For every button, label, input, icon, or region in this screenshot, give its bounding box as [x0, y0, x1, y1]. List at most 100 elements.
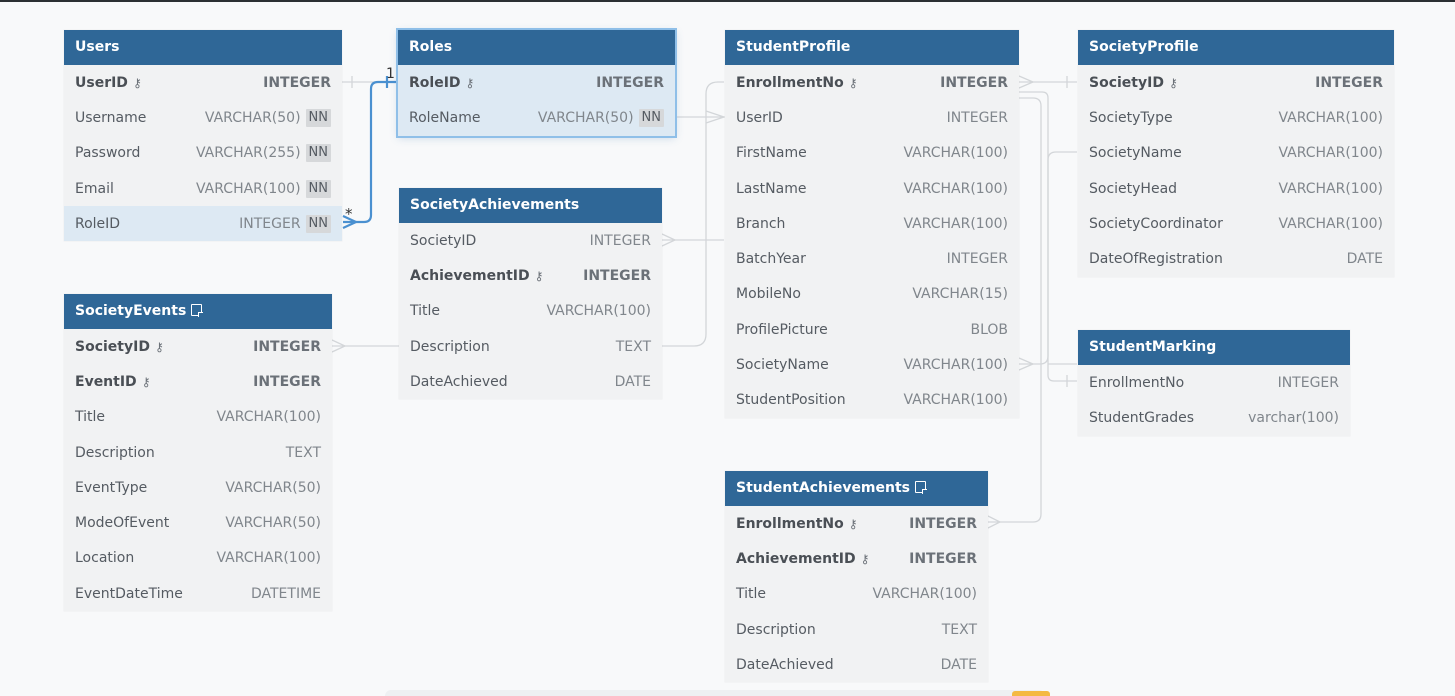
- table-student-marking[interactable]: StudentMarking EnrollmentNo INTEGER Student…: [1078, 330, 1350, 436]
- table-roles[interactable]: Roles RoleID ⚷ INTEGER RoleName VARCHAR(50) NN: [398, 30, 675, 136]
- field-row[interactable]: EventDateTime DATETIME: [64, 576, 332, 611]
- field-row[interactable]: EnrollmentNo ⚷ INTEGER: [725, 506, 988, 541]
- field-row[interactable]: FirstName VARCHAR(100): [725, 136, 1019, 171]
- field-type-text: VARCHAR(100): [216, 409, 321, 426]
- field-name-text: UserID: [736, 109, 783, 126]
- field-row[interactable]: Title VARCHAR(100): [725, 577, 988, 612]
- field-name: EventDateTime: [75, 586, 183, 602]
- crow-users-roleid: [342, 215, 359, 229]
- field-name-text: BatchYear: [736, 251, 806, 268]
- field-row[interactable]: ModeOfEvent VARCHAR(50): [64, 505, 332, 540]
- field-type-text: INTEGER: [239, 215, 301, 232]
- field-row[interactable]: UserID ⚷ INTEGER: [64, 65, 342, 100]
- field-row[interactable]: DateOfRegistration DATE: [1078, 241, 1394, 276]
- field-type: DATE: [615, 374, 651, 390]
- field-name-text: DateAchieved: [736, 656, 834, 673]
- field-row[interactable]: AchievementID ⚷ INTEGER: [399, 258, 662, 293]
- field-name: Title: [410, 303, 440, 319]
- table-header[interactable]: SocietyEvents: [64, 294, 332, 329]
- field-type: BLOB: [970, 322, 1008, 338]
- field-row[interactable]: SocietyCoordinator VARCHAR(100): [1078, 206, 1394, 241]
- field-row[interactable]: LastName VARCHAR(100): [725, 171, 1019, 206]
- field-row[interactable]: Description TEXT: [725, 612, 988, 647]
- field-row[interactable]: ProfilePicture BLOB: [725, 312, 1019, 347]
- field-type: INTEGER: [909, 516, 977, 532]
- field-row[interactable]: Title VARCHAR(100): [399, 294, 662, 329]
- field-row[interactable]: SocietyID ⚷ INTEGER: [64, 329, 332, 364]
- field-type: DATE: [941, 657, 977, 673]
- field-row[interactable]: EnrollmentNo ⚷ INTEGER: [725, 65, 1019, 100]
- field-name-text: SocietyName: [736, 357, 829, 374]
- field-row[interactable]: UserID INTEGER: [725, 100, 1019, 135]
- table-student-achievements[interactable]: StudentAchievements EnrollmentNo ⚷ INTEGER A…: [725, 471, 988, 683]
- field-name: SocietyType: [1089, 110, 1173, 126]
- field-row[interactable]: Branch VARCHAR(100): [725, 206, 1019, 241]
- table-header[interactable]: StudentProfile: [725, 30, 1019, 65]
- field-row[interactable]: RoleName VARCHAR(50) NN: [398, 100, 675, 136]
- table-header[interactable]: SocietyProfile: [1078, 30, 1394, 65]
- field-name: RoleID ⚷: [409, 75, 474, 91]
- field-row[interactable]: AchievementID ⚷ INTEGER: [725, 541, 988, 576]
- field-name-text: RoleID: [75, 215, 121, 232]
- note-icon[interactable]: [915, 481, 927, 494]
- table-title: SocietyProfile: [1089, 39, 1199, 55]
- not-null-badge: NN: [305, 179, 331, 198]
- field-name-text: AchievementID: [410, 267, 530, 284]
- field-row[interactable]: EnrollmentNo INTEGER: [1078, 365, 1350, 400]
- table-title: SocietyAchievements: [410, 197, 580, 213]
- table-users[interactable]: Users UserID ⚷ INTEGER Username VARCHAR(50) NN…: [64, 30, 342, 242]
- field-row[interactable]: SocietyID ⚷ INTEGER: [1078, 65, 1394, 100]
- bottom-toolbar-indicator[interactable]: [1012, 691, 1050, 696]
- field-row[interactable]: Title VARCHAR(100): [64, 400, 332, 435]
- field-row[interactable]: EventID ⚷ INTEGER: [64, 364, 332, 399]
- field-name: UserID: [736, 110, 783, 126]
- field-row[interactable]: Location VARCHAR(100): [64, 541, 332, 576]
- table-society-events[interactable]: SocietyEvents SocietyID ⚷ INTEGER EventID ⚷ IN…: [64, 294, 332, 612]
- field-row[interactable]: Password VARCHAR(255) NN: [64, 136, 342, 171]
- field-row[interactable]: DateAchieved DATE: [725, 647, 988, 682]
- field-row[interactable]: StudentPosition VARCHAR(100): [725, 383, 1019, 418]
- field-type: VARCHAR(100): [1278, 145, 1383, 161]
- field-row[interactable]: Username VARCHAR(50) NN: [64, 100, 342, 135]
- field-name-text: DateAchieved: [410, 373, 508, 390]
- table-header[interactable]: SocietyAchievements: [399, 188, 662, 223]
- field-row[interactable]: SocietyName VARCHAR(100): [725, 347, 1019, 382]
- field-row[interactable]: DateAchieved DATE: [399, 364, 662, 399]
- field-row[interactable]: Email VARCHAR(100) NN: [64, 171, 342, 206]
- field-row[interactable]: SocietyName VARCHAR(100): [1078, 136, 1394, 171]
- field-name: SocietyName: [1089, 145, 1182, 161]
- table-society-profile[interactable]: SocietyProfile SocietyID ⚷ INTEGER SocietyTy…: [1078, 30, 1394, 277]
- field-row[interactable]: BatchYear INTEGER: [725, 241, 1019, 276]
- field-row[interactable]: EventType VARCHAR(50): [64, 470, 332, 505]
- field-name: SocietyName: [736, 357, 829, 373]
- note-icon[interactable]: [191, 304, 203, 317]
- field-name: Title: [75, 409, 105, 425]
- table-header[interactable]: Users: [64, 30, 342, 65]
- field-row[interactable]: SocietyID INTEGER: [399, 223, 662, 258]
- field-row[interactable]: MobileNo VARCHAR(15): [725, 277, 1019, 312]
- field-type-text: VARCHAR(100): [1278, 215, 1383, 232]
- field-type: INTEGER: [947, 110, 1008, 126]
- field-row[interactable]: SocietyHead VARCHAR(100): [1078, 171, 1394, 206]
- field-name-text: RoleID: [409, 74, 461, 91]
- field-type-text: TEXT: [615, 338, 651, 355]
- field-type: INTEGER: [947, 251, 1008, 267]
- field-row[interactable]: SocietyType VARCHAR(100): [1078, 100, 1394, 135]
- table-header[interactable]: StudentAchievements: [725, 471, 988, 506]
- field-row[interactable]: Description TEXT: [64, 435, 332, 470]
- table-header[interactable]: Roles: [398, 30, 675, 65]
- table-society-achievements[interactable]: SocietyAchievements SocietyID INTEGER Achie…: [399, 188, 662, 400]
- field-type-text: DATE: [940, 656, 977, 673]
- field-type-text: INTEGER: [589, 232, 651, 249]
- table-student-profile[interactable]: StudentProfile EnrollmentNo ⚷ INTEGER UserID…: [725, 30, 1019, 418]
- table-header[interactable]: StudentMarking: [1078, 330, 1350, 365]
- field-name-text: StudentGrades: [1089, 409, 1195, 426]
- field-row[interactable]: StudentGrades varchar(100): [1078, 400, 1350, 435]
- field-row[interactable]: RoleID INTEGER NN: [64, 206, 342, 242]
- table-title: SocietyEvents: [75, 303, 187, 319]
- field-name: Email: [75, 181, 114, 197]
- field-row[interactable]: RoleID ⚷ INTEGER: [398, 65, 675, 101]
- field-name-text: SocietyCoordinator: [1089, 215, 1223, 232]
- field-row[interactable]: Description TEXT: [399, 329, 662, 364]
- field-name-text: Title: [75, 409, 106, 426]
